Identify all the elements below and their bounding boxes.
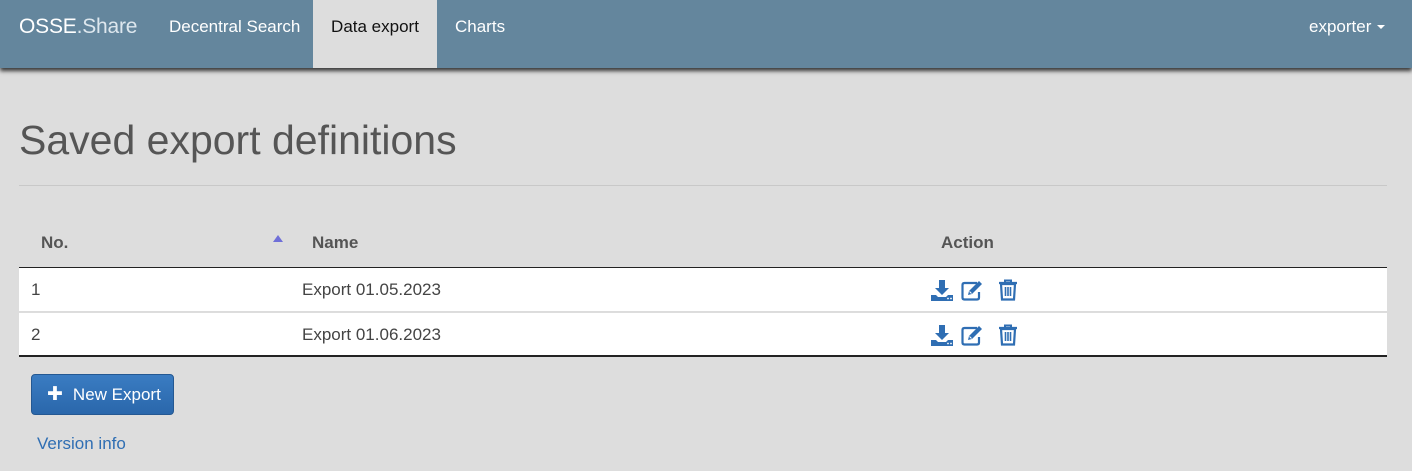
row-number: 2 <box>31 325 41 344</box>
column-header-action: Action <box>941 233 994 252</box>
nav-charts[interactable]: Charts <box>455 0 505 68</box>
brand-suffix: .Share <box>76 15 138 38</box>
column-header-no[interactable]: No. <box>41 233 68 253</box>
delete-icon[interactable] <box>996 323 1020 347</box>
page-title: Saved export definitions <box>19 117 457 163</box>
nav-data-export[interactable]: Data export <box>313 0 437 68</box>
caret-down-icon <box>1377 24 1386 29</box>
edit-icon[interactable] <box>960 278 984 302</box>
download-icon[interactable] <box>930 278 954 302</box>
column-header-name[interactable]: Name <box>312 233 358 253</box>
table-row: 2 Export 01.06.2023 <box>19 313 1387 356</box>
download-icon[interactable] <box>930 323 954 347</box>
export-name: Export 01.05.2023 <box>302 280 441 299</box>
brand-logo[interactable]: OSSE.Share <box>19 15 137 39</box>
plus-icon: ✚ <box>47 384 63 405</box>
edit-icon[interactable] <box>960 323 984 347</box>
row-number: 1 <box>31 280 41 299</box>
title-divider <box>19 185 1387 186</box>
new-export-button[interactable]: ✚ New Export <box>31 374 174 415</box>
table-bottom-divider <box>19 355 1387 357</box>
export-name: Export 01.06.2023 <box>302 325 441 344</box>
version-info-link[interactable]: Version info <box>37 434 126 454</box>
brand-name: OSSE <box>19 15 77 38</box>
user-name: exporter <box>1309 17 1372 36</box>
navbar: OSSE.Share Decentral Search Data export … <box>0 0 1412 68</box>
user-menu[interactable]: exporter <box>1309 0 1386 68</box>
new-export-label: New Export <box>72 384 161 404</box>
nav-decentral-search[interactable]: Decentral Search <box>169 0 300 68</box>
table-row: 1 Export 01.05.2023 <box>19 268 1387 312</box>
delete-icon[interactable] <box>996 278 1020 302</box>
sort-asc-icon[interactable] <box>273 235 283 242</box>
